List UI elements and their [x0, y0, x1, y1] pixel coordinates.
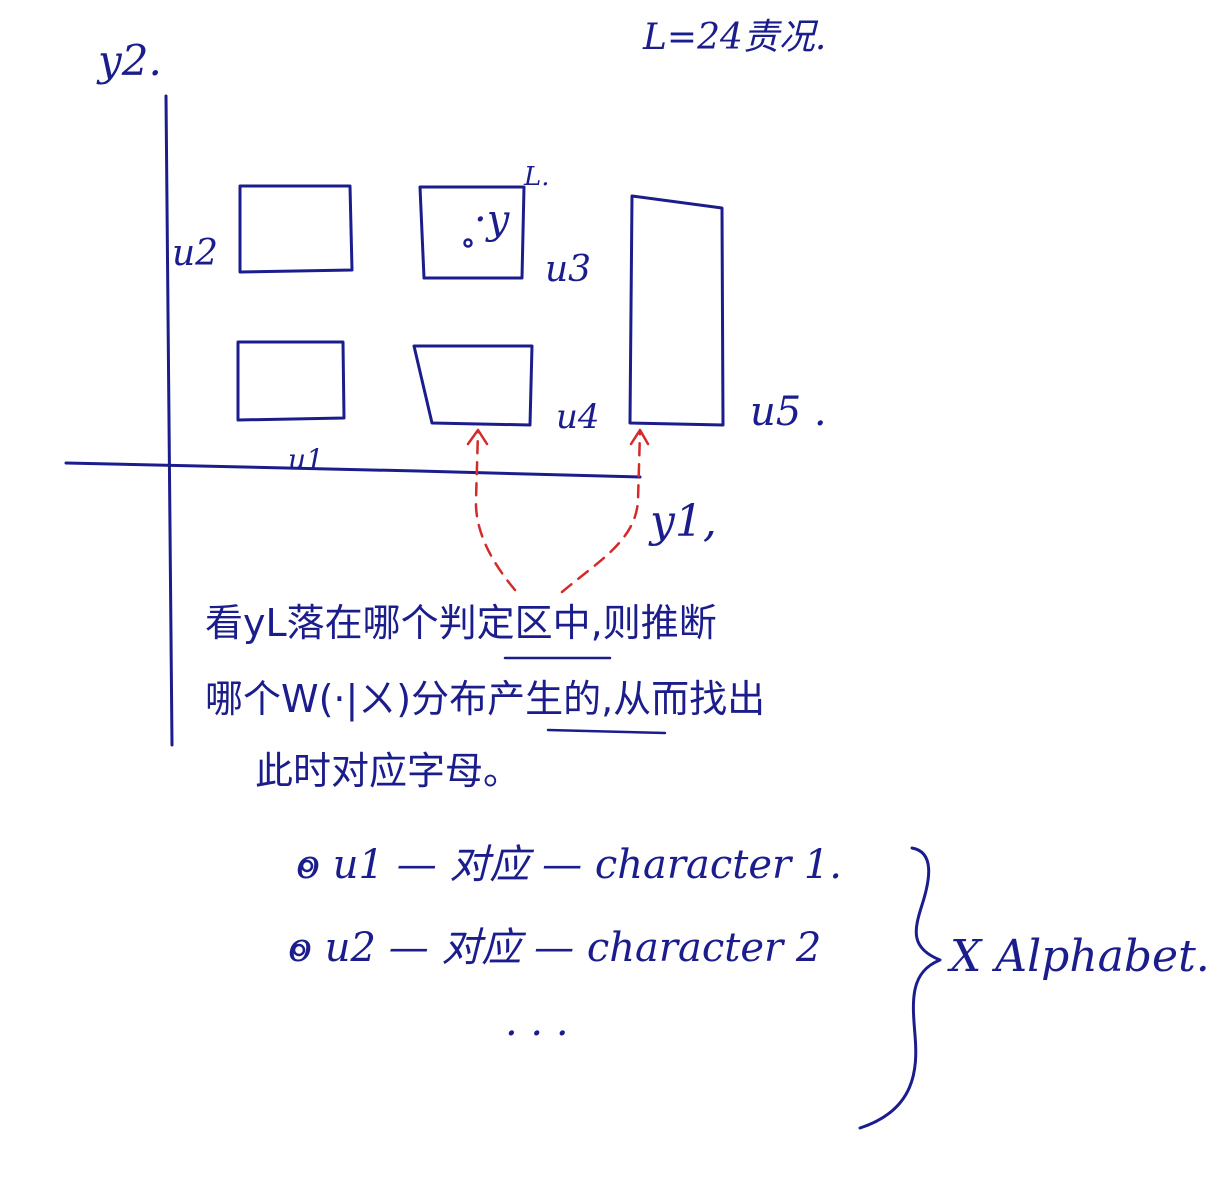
note-line-3: 此时对应字母。 — [255, 749, 522, 793]
arrow-to-u5 — [560, 430, 642, 594]
region-u1 — [236, 340, 346, 422]
u1-label: u1 — [288, 443, 324, 476]
underline-produced — [546, 728, 667, 735]
y1-axis-label: y1, — [650, 496, 717, 547]
region-u5 — [628, 194, 725, 427]
region-u2 — [238, 184, 354, 274]
y2-axis-line — [164, 94, 174, 747]
point-y-dot — [463, 238, 473, 248]
alphabet-label: X Alphabet. — [950, 931, 1210, 982]
mapping-row-1: o u1 — 对应 — character 1. — [296, 842, 842, 888]
u4-label: u4 — [556, 397, 600, 437]
arrow-to-u4 — [474, 430, 517, 592]
case-note: L=24责况. — [643, 17, 827, 58]
y2-axis-label: y2. — [98, 36, 162, 85]
superscript-L-label: L. — [524, 162, 550, 192]
y1-axis-line — [64, 461, 642, 479]
mapping-ellipsis: . . . — [505, 999, 569, 1045]
diagram-canvas: y2. y1, L=24责况. u2 u3 u1 u4 u5 . ·y L. 看… — [0, 0, 1224, 1185]
arrowhead-u5 — [629, 428, 650, 446]
region-u4 — [412, 344, 534, 427]
alphabet-brace — [858, 846, 942, 1130]
u2-label: u2 — [172, 233, 219, 274]
mapping-row-2: o u2 — 对应 — character 2 — [288, 925, 822, 971]
diagram-drawing — [64, 94, 942, 1130]
note-line-2: 哪个W(·|ㄨ)分布产生的,从而找出 — [205, 677, 766, 721]
u5-label: u5 . — [750, 389, 827, 435]
note-line-1: 看yL落在哪个判定区中,则推断 — [205, 601, 717, 645]
point-y-label: ·y — [474, 197, 510, 243]
u3-label: u3 — [545, 249, 592, 290]
